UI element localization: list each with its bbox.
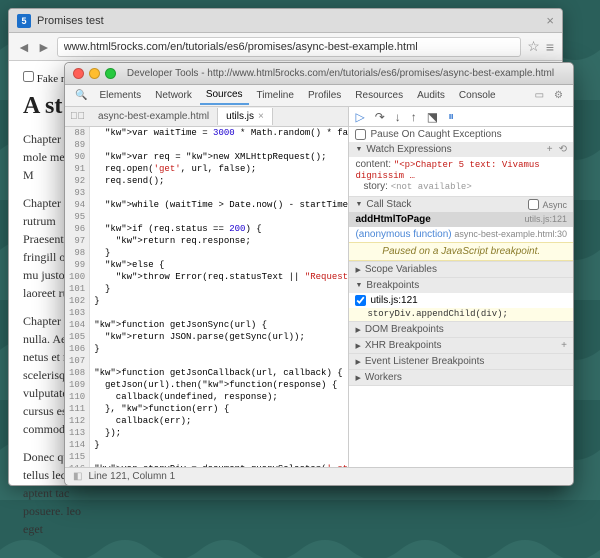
dom-bp-header[interactable]: ▶ DOM Breakpoints [349, 322, 573, 337]
watch-row[interactable]: content: "<p>Chapter 5 text: Vivamus dig… [355, 159, 567, 181]
tab-timeline[interactable]: Timeline [251, 87, 300, 104]
debugger-panel: ▷ ↷ ↓ ↑ ⬔ ⏸ Pause On Caught Exceptions ▼… [349, 107, 573, 467]
event-bp-section: ▶ Event Listener Breakpoints [349, 354, 573, 370]
url-bar: ◄ ► ☆ ≡ [9, 33, 562, 61]
chevron-down-icon: ▼ [355, 282, 362, 289]
event-bp-header[interactable]: ▶ Event Listener Breakpoints [349, 354, 573, 369]
minimize-dot[interactable] [89, 68, 100, 79]
forward-icon[interactable]: ► [37, 39, 51, 55]
breakpoint-row[interactable]: utils.js:121 [349, 293, 573, 308]
scopes-header[interactable]: ▶ Scope Variables [349, 262, 573, 277]
status-text: Line 121, Column 1 [88, 471, 175, 482]
chevron-right-icon: ▶ [355, 374, 360, 382]
code-editor[interactable]: 8889909192939495969798991001011021031041… [65, 127, 348, 467]
menu-icon[interactable]: ≡ [546, 39, 554, 55]
watch-body: content: "<p>Chapter 5 text: Vivamus dig… [349, 157, 573, 196]
watch-ops: + ⟲ [547, 144, 567, 155]
pause-caught-checkbox[interactable] [355, 129, 366, 140]
traffic-lights[interactable] [73, 68, 116, 79]
watch-section: ▼ Watch Expressions + ⟲ content: "<p>Cha… [349, 142, 573, 197]
chevron-right-icon: ▶ [355, 266, 360, 274]
chevron-right-icon: ▶ [355, 342, 360, 350]
tab-profiles[interactable]: Profiles [302, 87, 347, 104]
chevron-right-icon: ▶ [355, 358, 360, 366]
source-tab[interactable]: async-best-example.html [90, 108, 218, 125]
chevron-down-icon: ▼ [355, 146, 362, 153]
add-icon[interactable]: + [547, 144, 553, 155]
xhr-bp-header[interactable]: ▶ XHR Breakpoints+ [349, 338, 573, 353]
sources-panel: ▸⃞ async-best-example.html utils.js × 88… [65, 107, 349, 467]
devtools-window: Developer Tools - http://www.html5rocks.… [64, 62, 574, 486]
callstack-header[interactable]: ▼ Call Stack Async [349, 197, 573, 212]
pause-on-caught[interactable]: Pause On Caught Exceptions [349, 127, 573, 142]
workers-header[interactable]: ▶ Workers [349, 370, 573, 385]
chevron-down-icon: ▼ [355, 201, 362, 208]
watch-row[interactable]: story: <not available> [355, 181, 567, 192]
step-over-icon[interactable]: ↷ [375, 110, 385, 124]
star-icon[interactable]: ☆ [527, 38, 540, 55]
tab-resources[interactable]: Resources [349, 87, 409, 104]
drawer-icon[interactable]: ▭ [531, 90, 548, 101]
html5-favicon: 5 [17, 14, 31, 28]
step-out-icon[interactable]: ↑ [411, 110, 417, 124]
step-into-icon[interactable]: ↓ [395, 110, 401, 124]
breakpoints-section: ▼ Breakpoints utils.js:121 storyDiv.appe… [349, 278, 573, 322]
gear-icon[interactable]: ⚙ [550, 90, 567, 101]
code-lines[interactable]: "kw">var waitTime = 3000 * Math.random()… [90, 127, 348, 467]
scopes-section: ▶ Scope Variables [349, 262, 573, 278]
zoom-dot[interactable] [105, 68, 116, 79]
close-icon[interactable]: × [546, 13, 554, 28]
tab-network[interactable]: Network [149, 87, 198, 104]
back-icon[interactable]: ◄ [17, 39, 31, 55]
search-icon[interactable]: 🔍 [71, 90, 91, 101]
line-gutter[interactable]: 8889909192939495969798991001011021031041… [65, 127, 90, 467]
resume-icon[interactable]: ▷ [355, 110, 364, 124]
callstack-frame[interactable]: (anonymous function) async-best-example.… [349, 227, 573, 242]
callstack-frame[interactable]: addHtmlToPage utils.js:121 [349, 212, 573, 227]
close-icon[interactable]: × [258, 111, 264, 122]
status-bar: ◧ Line 121, Column 1 [65, 467, 573, 485]
chevron-right-icon: ▶ [355, 326, 360, 334]
source-tabs: ▸⃞ async-best-example.html utils.js × [65, 107, 348, 127]
refresh-icon[interactable]: ⟲ [559, 144, 567, 155]
tab-elements[interactable]: Elements [93, 87, 147, 104]
tab-console[interactable]: Console [453, 87, 502, 104]
tab-audits[interactable]: Audits [411, 87, 451, 104]
xhr-bp-section: ▶ XHR Breakpoints+ [349, 338, 573, 354]
add-icon[interactable]: + [561, 340, 567, 351]
breakpoint-toggle-icon[interactable]: ◧ [73, 471, 82, 482]
tab-title: Promises test [37, 15, 104, 27]
debug-toolbar: ▷ ↷ ↓ ↑ ⬔ ⏸ [349, 107, 573, 127]
devtools-title: Developer Tools - http://www.html5rocks.… [116, 68, 565, 79]
async-toggle[interactable]: Async [528, 199, 567, 210]
breakpoints-header[interactable]: ▼ Breakpoints [349, 278, 573, 293]
breakpoint-code: storyDiv.appendChild(div); [349, 308, 573, 321]
tab-sources[interactable]: Sources [200, 86, 249, 105]
deactivate-bp-icon[interactable]: ⬔ [427, 110, 438, 124]
dom-bp-section: ▶ DOM Breakpoints [349, 322, 573, 338]
navigator-icon[interactable]: ▸⃞ [65, 111, 90, 122]
devtools-titlebar[interactable]: Developer Tools - http://www.html5rocks.… [65, 63, 573, 85]
devtools-main: ▸⃞ async-best-example.html utils.js × 88… [65, 107, 573, 467]
url-input[interactable] [57, 37, 522, 57]
close-dot[interactable] [73, 68, 84, 79]
source-tab[interactable]: utils.js × [218, 108, 273, 125]
watch-header[interactable]: ▼ Watch Expressions + ⟲ [349, 142, 573, 157]
callstack-section: ▼ Call Stack Async addHtmlToPage utils.j… [349, 197, 573, 262]
workers-section: ▶ Workers [349, 370, 573, 386]
browser-tab[interactable]: 5 Promises test × [9, 9, 562, 33]
paused-message: Paused on a JavaScript breakpoint. [349, 242, 573, 261]
pause-exceptions-icon[interactable]: ⏸ [448, 109, 454, 124]
devtools-tabs: 🔍 Elements Network Sources Timeline Prof… [65, 85, 573, 107]
breakpoint-checkbox[interactable] [355, 295, 366, 306]
